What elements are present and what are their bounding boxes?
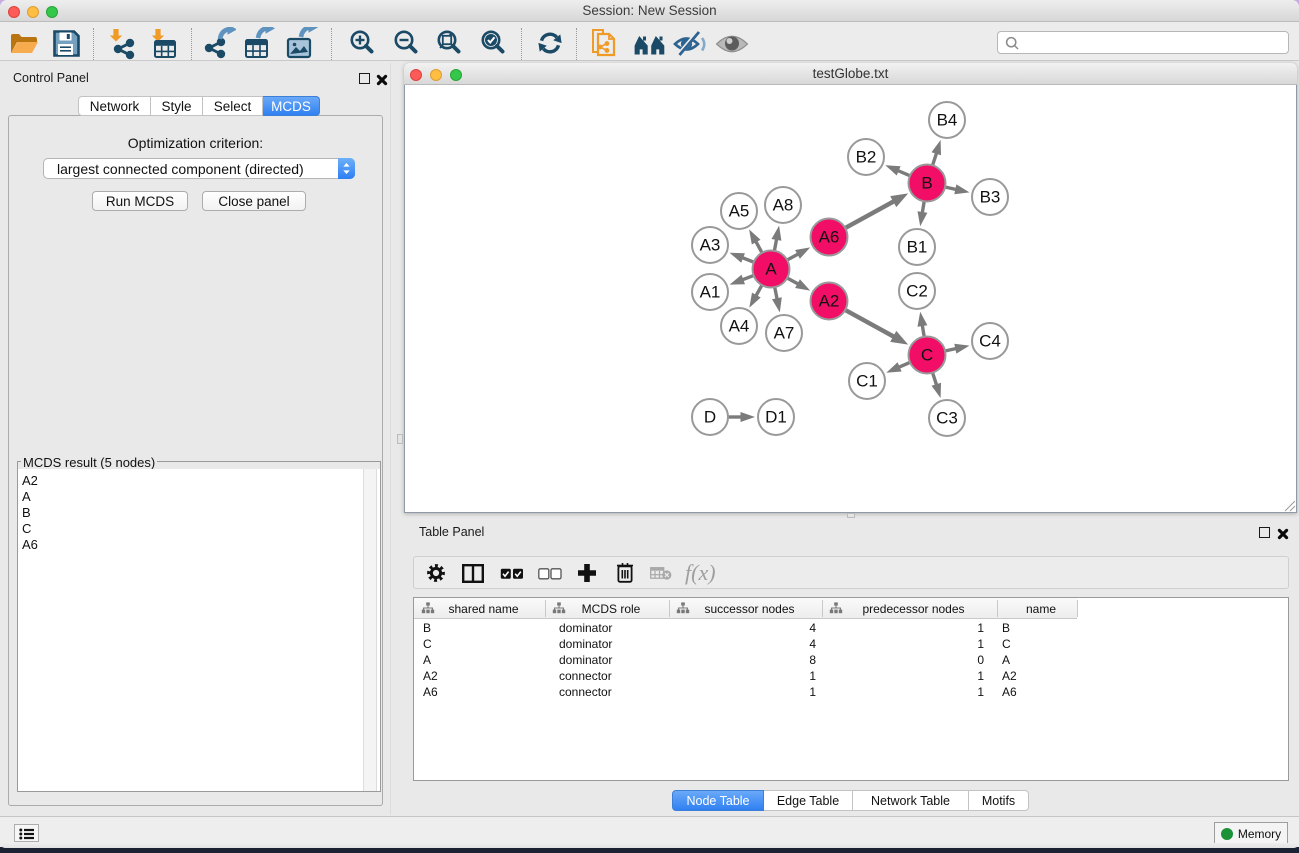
svg-text:B1: B1: [907, 238, 928, 257]
svg-text:B: B: [921, 174, 932, 193]
svg-text:A4: A4: [729, 317, 750, 336]
svg-text:A3: A3: [700, 236, 721, 255]
svg-text:B3: B3: [980, 188, 1001, 207]
svg-text:A1: A1: [700, 283, 721, 302]
svg-text:C4: C4: [979, 332, 1001, 351]
svg-text:A5: A5: [729, 202, 750, 221]
svg-text:A: A: [765, 260, 777, 279]
svg-text:B2: B2: [856, 148, 877, 167]
svg-text:C3: C3: [936, 409, 958, 428]
svg-text:A8: A8: [773, 196, 794, 215]
svg-text:C1: C1: [856, 372, 878, 391]
svg-text:D: D: [704, 408, 716, 427]
svg-text:C: C: [921, 346, 933, 365]
svg-text:B4: B4: [937, 111, 958, 130]
svg-text:A7: A7: [774, 324, 795, 343]
svg-text:A6: A6: [819, 228, 840, 247]
svg-text:D1: D1: [765, 408, 787, 427]
svg-text:A2: A2: [819, 292, 840, 311]
svg-text:C2: C2: [906, 282, 928, 301]
